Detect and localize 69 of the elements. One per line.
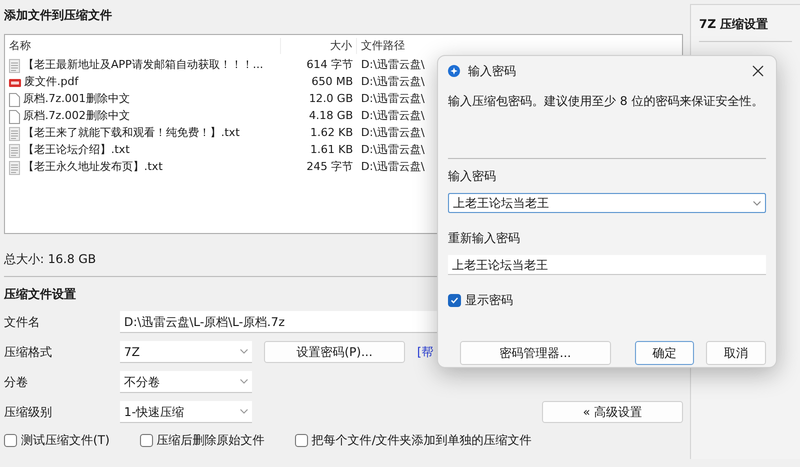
pdf-icon [9,76,21,88]
file-path: D:\迅雷云盘\ [360,125,425,142]
file-name: 【老王来了就能下载和观看！纯免费！】.txt [23,125,240,142]
password-field[interactable]: 上老王论坛当老王 [448,255,766,275]
column-header[interactable]: 文件路径 [357,38,405,54]
file-name: 【老王最新地址及APP请发邮箱自动获取！！！... [23,57,264,74]
file-path: D:\迅雷云盘\ [360,108,425,124]
file-size: 650 MB [310,74,354,90]
chevron-down-icon [240,409,248,414]
field-label: 重新输入密码 [448,230,521,247]
chevron-down-icon [240,349,248,354]
file-path: D:\迅雷云盘\ [360,159,425,176]
checkbox-label: 压缩后删除原始文件 [156,432,265,449]
file-path: D:\迅雷云盘\ [360,91,425,108]
file-name: 【老王永久地址发布页】.txt [23,159,163,176]
chevron-down-icon [240,379,248,384]
chevron-down-icon [753,200,761,206]
field-label: 压缩级别 [4,404,53,421]
set-password-button[interactable]: 设置密码(P)... [264,341,405,363]
text-file-icon [9,126,20,140]
field-label: 输入密码 [448,168,497,185]
app-icon [448,65,460,77]
file-icon [9,92,20,106]
password-combo[interactable]: 上老王论坛当老王 [448,193,766,213]
column-header[interactable]: 名称 [5,38,281,54]
file-path: D:\迅雷云盘\ [360,74,425,90]
checkbox[interactable] [448,294,461,306]
file-size: 614 字节 [306,57,354,74]
dropdown[interactable]: 1-快速压缩 [120,401,252,423]
file-size: 1.61 KB [309,142,354,158]
dialog-title: 输入密码 [468,63,516,80]
file-icon [9,110,20,124]
file-size: 12.0 GB [308,91,354,108]
column-header[interactable]: 大小 [281,38,357,54]
file-path: D:\迅雷云盘\ [360,57,425,74]
text-file-icon [9,144,20,158]
field-label: 文件名 [4,314,41,331]
section-title: 压缩文件设置 [4,286,76,303]
checkbox-label: 测试压缩文件(T) [21,432,110,449]
checkbox-label: 把每个文件/文件夹添加到单独的压缩文件 [312,432,532,449]
dialog-button[interactable]: 取消 [706,341,766,365]
close-icon[interactable] [752,65,764,77]
checkbox[interactable] [140,434,153,446]
dialog-button[interactable]: 密码管理器... [460,341,611,365]
file-name: 原档.7z.002删除中文 [23,108,130,124]
checkbox-label: 显示密码 [465,292,513,309]
advanced-settings-button[interactable]: « 高级设置 [542,401,683,423]
file-name: 废文件.pdf [24,74,78,90]
field-label: 压缩格式 [4,344,53,361]
checkbox[interactable] [4,434,17,446]
file-path: D:\迅雷云盘\ [360,142,425,158]
dialog-button[interactable]: 确定 [634,341,694,365]
file-size: 245 字节 [306,159,354,176]
total-size: 总大小: 16.8 GB [4,252,96,266]
file-size: 4.18 GB [308,108,354,124]
dropdown[interactable]: 不分卷 [120,371,252,393]
window-title: 添加文件到压缩文件 [4,7,113,24]
file-name: 原档.7z.001删除中文 [23,91,130,108]
checkbox[interactable] [294,434,308,446]
help-link[interactable]: [帮 [417,343,434,361]
field-label: 分卷 [4,374,29,391]
text-file-icon [9,160,20,174]
dropdown[interactable]: 7Z [120,341,252,363]
check-icon [450,296,459,304]
text-file-icon [9,58,20,72]
panel-title: 7Z 压缩设置 [699,15,792,42]
dialog-message: 输入压缩包密码。建议使用至少 8 位的密码来保证安全性。 [448,93,764,110]
file-size: 1.62 KB [309,125,354,142]
file-name: 【老王论坛介绍】.txt [23,142,130,158]
